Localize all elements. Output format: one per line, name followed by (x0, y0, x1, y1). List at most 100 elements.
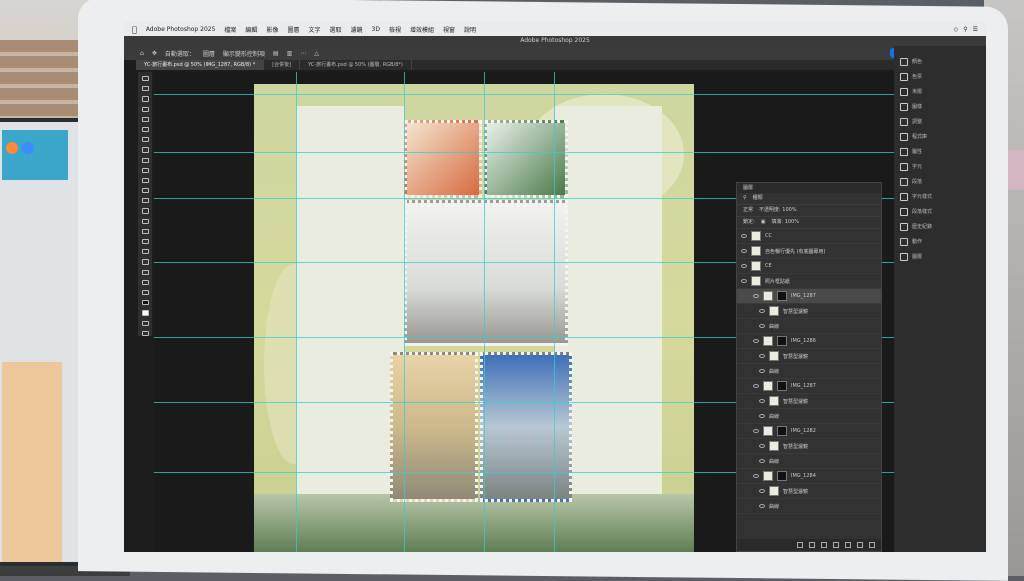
layers-panel-title[interactable]: 圖層 (737, 183, 881, 193)
layer-row[interactable]: IMG_1284 (737, 469, 881, 484)
background-color-swatch[interactable] (141, 310, 149, 316)
transform-controls-checkbox[interactable]: 顯示變形控制項 (223, 49, 265, 58)
gradient-tool-icon[interactable] (141, 198, 149, 204)
layer-row[interactable]: IMG_1287 (737, 379, 881, 394)
panel-character-styles[interactable]: 字元樣式 (894, 189, 986, 204)
visibility-eye-icon[interactable] (759, 504, 765, 508)
path-select-tool-icon[interactable] (141, 249, 149, 255)
quick-mask-icon[interactable] (141, 320, 149, 326)
layer-row[interactable]: CC (737, 229, 881, 244)
guide-line[interactable] (554, 72, 555, 552)
layer-row[interactable]: 曲線 (737, 499, 881, 514)
menu-item[interactable]: 影像 (266, 25, 278, 34)
visibility-eye-icon[interactable] (753, 339, 759, 343)
layer-row[interactable]: 智慧型濾鏡 (737, 304, 881, 319)
panel-history[interactable]: 歷史紀錄 (894, 219, 986, 234)
dodge-tool-icon[interactable] (141, 218, 149, 224)
more-options-icon[interactable]: ⋯ (300, 50, 306, 57)
guide-line[interactable] (484, 72, 485, 552)
layer-row[interactable]: 智慧型濾鏡 (737, 439, 881, 454)
menu-item[interactable]: 濾鏡 (351, 25, 363, 34)
target-select[interactable]: 圖層 (203, 49, 215, 58)
tab-document[interactable]: YC-旅行畫布.psd @ 50% (圖層, RGB/8*) (300, 60, 412, 70)
visibility-eye-icon[interactable] (753, 429, 759, 433)
visibility-eye-icon[interactable] (741, 249, 747, 253)
layer-row[interactable]: 曲線 (737, 319, 881, 334)
menu-item[interactable]: 3D (372, 26, 380, 33)
visibility-eye-icon[interactable] (741, 279, 747, 283)
trash-icon[interactable] (869, 542, 875, 548)
stamp-tool-icon[interactable] (141, 167, 149, 173)
menu-item[interactable]: 檔案 (224, 25, 236, 34)
blur-tool-icon[interactable] (141, 208, 149, 214)
panel-paragraph[interactable]: 段落 (894, 174, 986, 189)
visibility-eye-icon[interactable] (753, 474, 759, 478)
visibility-eye-icon[interactable] (753, 294, 759, 298)
visibility-eye-icon[interactable] (759, 414, 765, 418)
panel-color[interactable]: 顏色 (894, 54, 986, 69)
screen-mode-icon[interactable] (141, 330, 149, 336)
eyedropper-tool-icon[interactable] (141, 137, 149, 143)
distribute-icon[interactable]: ▥ (287, 50, 293, 57)
fx-icon[interactable] (809, 542, 815, 548)
menu-item[interactable]: 檢視 (389, 25, 401, 34)
menu-item[interactable]: 編輯 (245, 25, 257, 34)
marquee-tool-icon[interactable] (141, 86, 149, 92)
menu-item[interactable]: Adobe Photoshop 2025 (146, 26, 216, 33)
document-artboard[interactable] (254, 84, 694, 552)
wifi-icon[interactable]: ◇ (954, 26, 959, 33)
panel-swatches[interactable]: 色票 (894, 69, 986, 84)
link-icon[interactable] (797, 542, 803, 548)
guide-line[interactable] (154, 152, 894, 153)
edit-toolbar-icon[interactable] (141, 289, 149, 296)
visibility-eye-icon[interactable] (759, 369, 765, 373)
home-icon[interactable]: ⌂ (140, 50, 144, 57)
layer-filter-select[interactable]: 種類 (753, 193, 763, 204)
panel-patterns[interactable]: 圖樣 (894, 99, 986, 114)
layer-row[interactable]: IMG_1287 (737, 289, 881, 304)
new-layer-icon[interactable] (857, 542, 863, 548)
lasso-tool-icon[interactable] (141, 96, 149, 102)
align-icon[interactable]: ▤ (273, 50, 279, 57)
eraser-tool-icon[interactable] (141, 188, 149, 194)
layer-row[interactable]: 智慧型濾鏡 (737, 484, 881, 499)
crop-tool-icon[interactable] (141, 116, 149, 122)
visibility-eye-icon[interactable] (759, 354, 765, 358)
3d-mode-icon[interactable]: △ (314, 50, 319, 57)
layer-row[interactable]: 自色暢行優先 (有底圖專用) (737, 244, 881, 259)
healing-tool-icon[interactable] (141, 147, 149, 153)
layer-row[interactable]: 智慧型濾鏡 (737, 394, 881, 409)
layer-row[interactable]: 曲線 (737, 454, 881, 469)
foreground-color-swatch[interactable] (141, 300, 149, 306)
layer-row[interactable]: 照片框貼紙 (737, 274, 881, 289)
menu-item[interactable]: 增效模組 (410, 25, 434, 34)
visibility-eye-icon[interactable] (759, 489, 765, 493)
photo-frame[interactable] (404, 120, 482, 198)
panel-layers[interactable]: 圖層 (894, 249, 986, 264)
panel-paragraph-styles[interactable]: 段落樣式 (894, 204, 986, 219)
layer-row[interactable]: IMG_1282 (737, 424, 881, 439)
visibility-eye-icon[interactable] (759, 309, 765, 313)
apple-icon[interactable]:  (132, 25, 137, 34)
panel-libraries[interactable]: 程式庫 (894, 129, 986, 144)
guide-line[interactable] (296, 72, 297, 552)
new-group-icon[interactable] (845, 542, 851, 548)
layer-row[interactable]: CE (737, 259, 881, 274)
history-brush-tool-icon[interactable] (141, 177, 149, 184)
panel-character[interactable]: 字元 (894, 159, 986, 174)
layer-row[interactable]: 曲線 (737, 364, 881, 379)
panel-properties[interactable]: 屬性 (894, 144, 986, 159)
tab-document[interactable]: [合併後] (264, 60, 301, 70)
shape-tool-icon[interactable] (141, 259, 149, 265)
guide-line[interactable] (154, 94, 894, 95)
layer-row[interactable]: 曲線 (737, 409, 881, 424)
menu-item[interactable]: 文字 (308, 25, 320, 34)
visibility-eye-icon[interactable] (759, 444, 765, 448)
control-center-icon[interactable]: ☰ (973, 26, 978, 33)
fill-field[interactable]: 填滿: 100% (771, 217, 799, 228)
panel-gradients[interactable]: 漸層 (894, 84, 986, 99)
visibility-eye-icon[interactable] (741, 234, 747, 238)
mask-icon[interactable] (821, 542, 827, 548)
move-tool-icon[interactable]: ✥ (152, 50, 157, 57)
guide-line[interactable] (404, 72, 405, 552)
